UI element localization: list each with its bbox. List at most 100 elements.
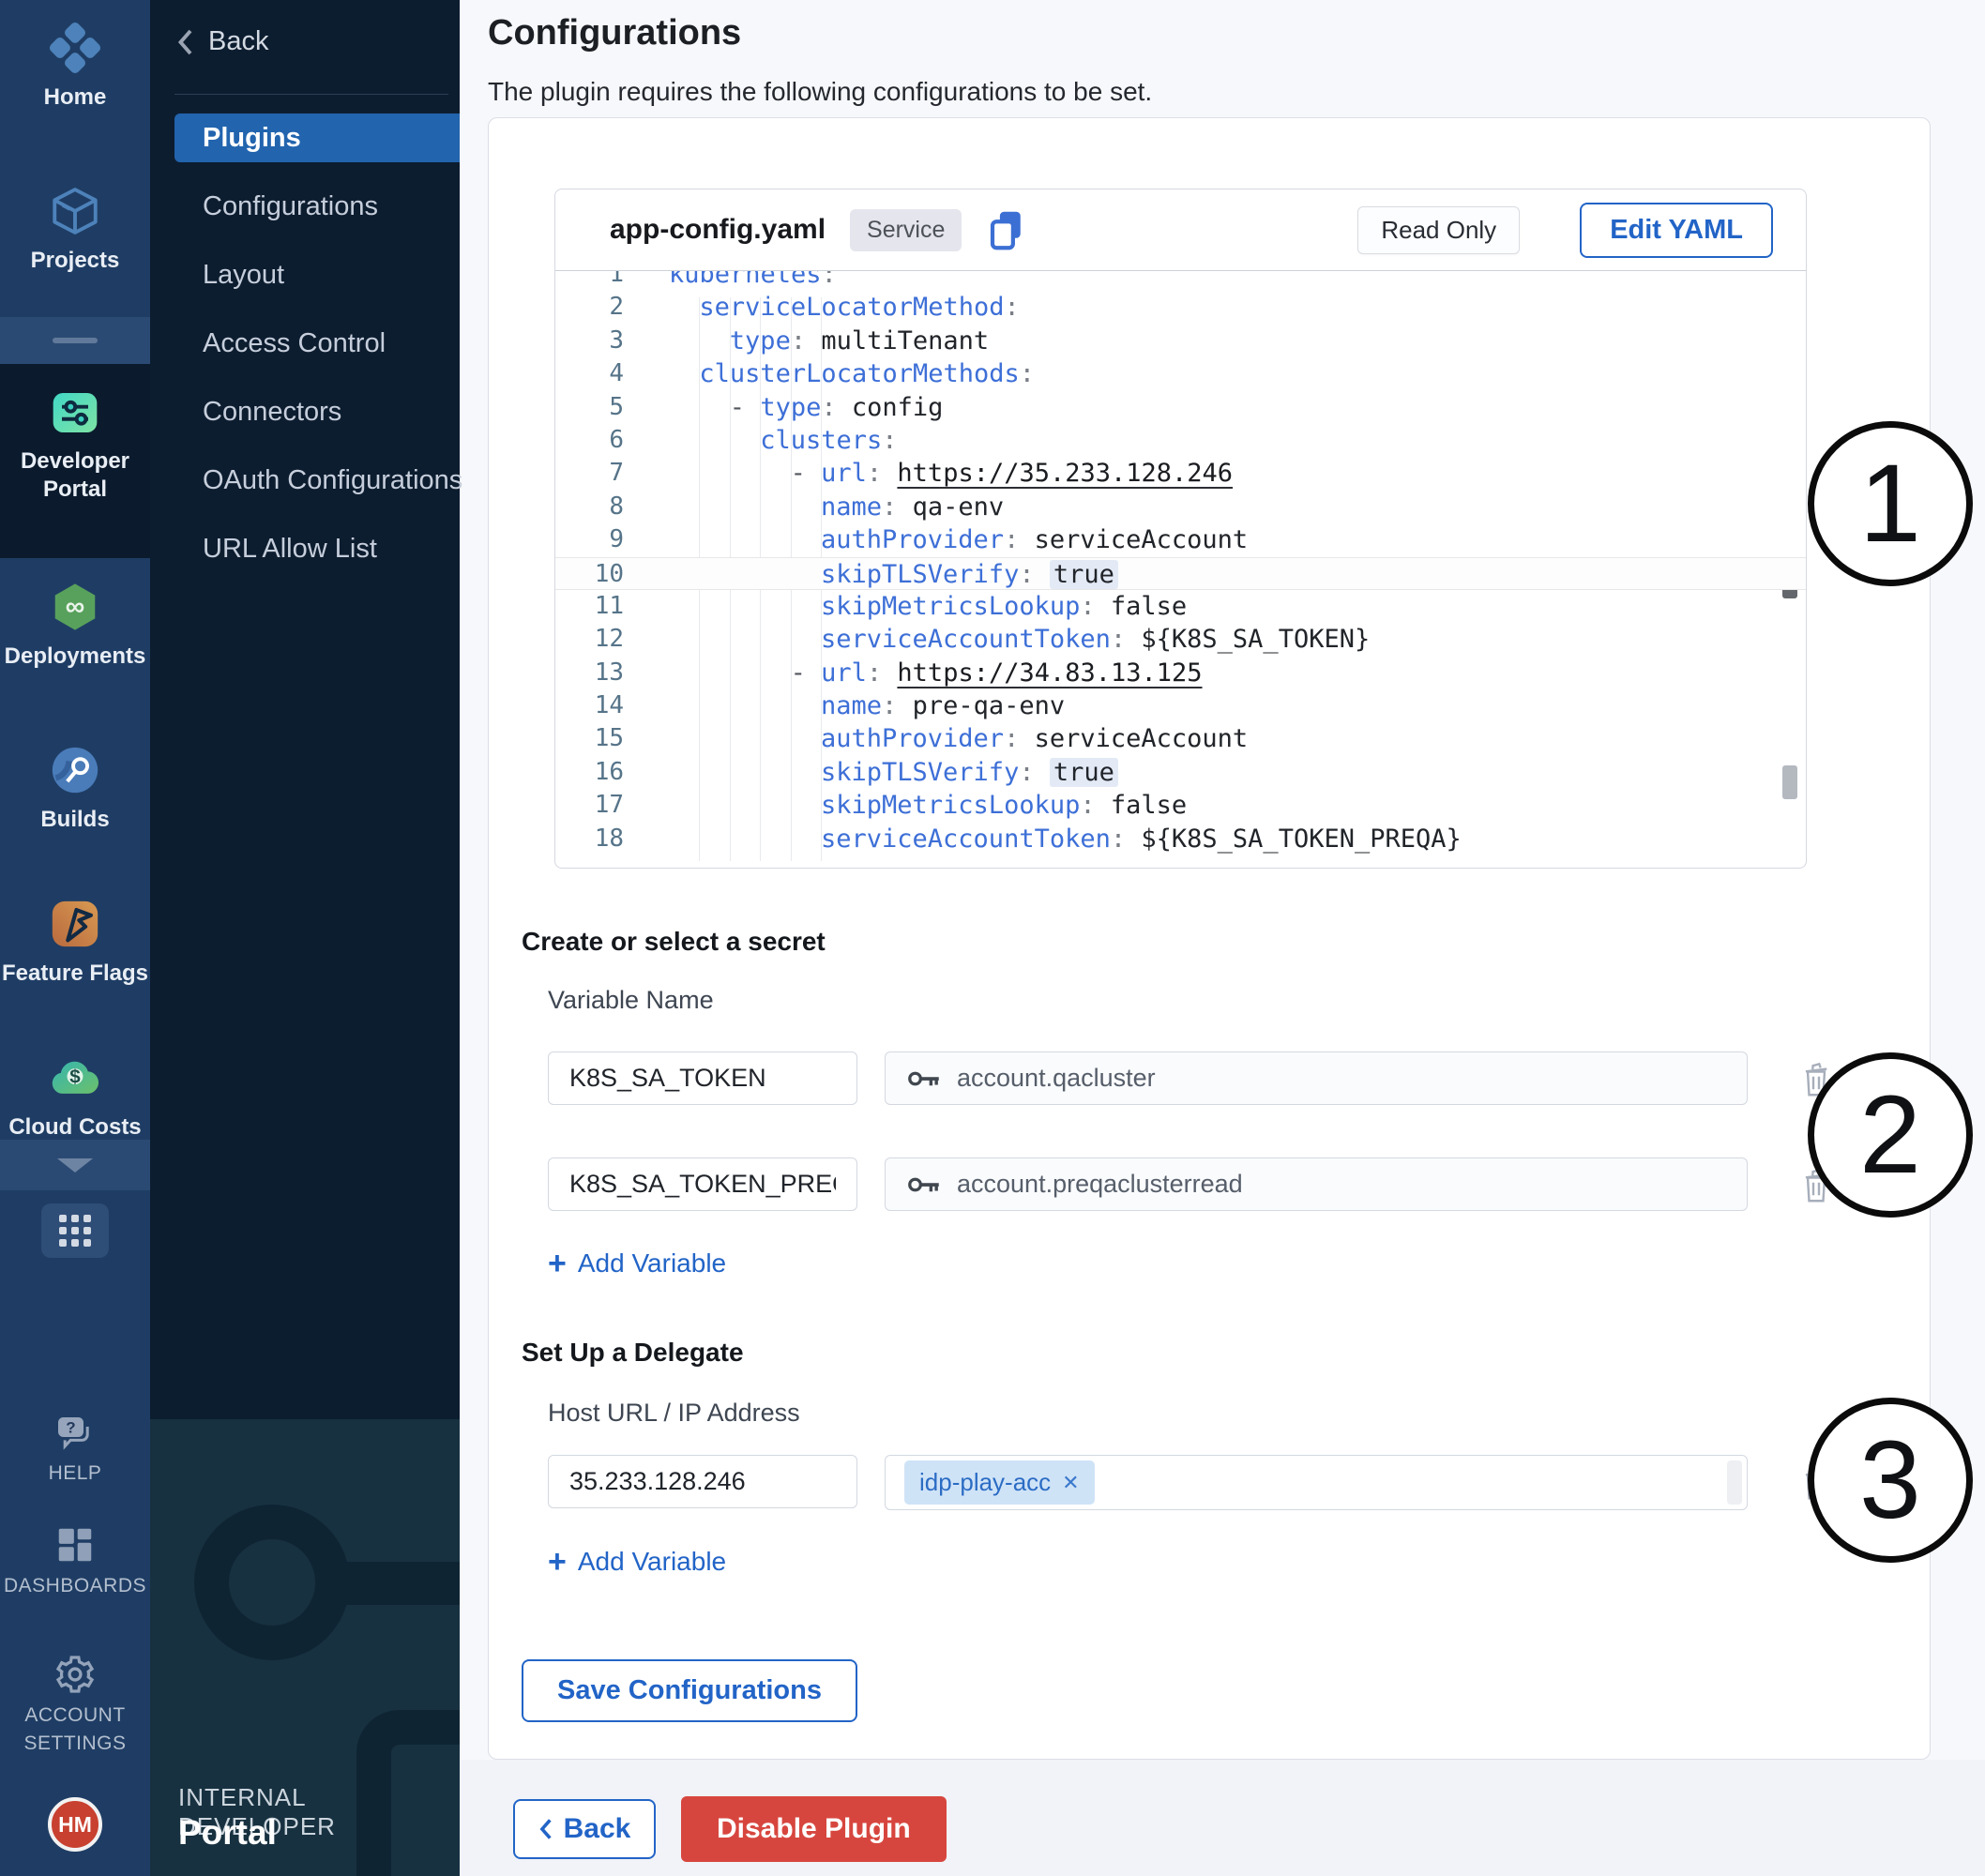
home-icon: [0, 21, 150, 75]
gear-icon: [0, 1653, 150, 1696]
yaml-line: 18serviceAccountToken: ${K8S_SA_TOKEN_PR…: [555, 823, 1806, 855]
yaml-key: skipMetricsLookup: [821, 791, 1080, 820]
yaml-colon: :: [1080, 592, 1095, 621]
chevron-down-icon: [57, 1158, 93, 1172]
yaml-dash: -: [730, 393, 761, 422]
secret-name: account.preqaclusterread: [957, 1170, 1243, 1199]
tag-field-scrollbar[interactable]: [1727, 1460, 1742, 1505]
yaml-key: name: [821, 691, 882, 720]
menu-item-configurations[interactable]: Configurations: [174, 182, 460, 231]
variable-name-label: Variable Name: [548, 986, 714, 1015]
remove-tag-icon[interactable]: ✕: [1062, 1471, 1079, 1495]
menu-back-label: Back: [208, 26, 268, 57]
yaml-key: type: [730, 326, 791, 356]
yaml-key: serviceAccountToken: [821, 625, 1111, 654]
user-avatar[interactable]: HM: [48, 1797, 102, 1852]
yaml-colon: :: [882, 691, 897, 720]
yaml-key: skipMetricsLookup: [821, 592, 1080, 621]
line-number: 15: [555, 722, 624, 755]
menu-item-url-allow-list[interactable]: URL Allow List: [174, 524, 460, 573]
module-grid-button[interactable]: [41, 1203, 109, 1258]
rail-label: ACCOUNT SETTINGS: [9, 1702, 141, 1758]
delegate-heading: Set Up a Delegate: [522, 1338, 744, 1368]
rail-item-feature-flags[interactable]: Feature Flags: [0, 897, 150, 988]
yaml-line: 4clusterLocatorMethods:: [555, 357, 1806, 390]
yaml-colon: :: [821, 393, 836, 422]
back-button[interactable]: Back: [513, 1799, 656, 1859]
rail-collapse[interactable]: [0, 1140, 150, 1190]
copy-icon[interactable]: [986, 208, 1025, 251]
secret-name: account.qacluster: [957, 1064, 1156, 1093]
yaml-key: authProvider: [821, 724, 1004, 753]
rail-label: Feature Flags: [0, 960, 150, 988]
secret-selector[interactable]: account.preqaclusterread: [885, 1157, 1748, 1211]
menu-back-button[interactable]: Back: [176, 26, 268, 57]
yaml-colon: :: [882, 492, 897, 522]
yaml-key: name: [821, 492, 882, 522]
variable-name-input[interactable]: [548, 1157, 857, 1211]
add-variable-label: Add Variable: [578, 1248, 726, 1278]
yaml-value: false: [1111, 592, 1187, 621]
page-title: Configurations: [488, 13, 741, 53]
rail-item-builds[interactable]: Builds: [0, 743, 150, 834]
menu-item-plugins[interactable]: Plugins: [174, 113, 460, 162]
rail-label: HELP: [0, 1460, 150, 1488]
yaml-value: serviceAccount: [1035, 525, 1249, 554]
annotation-circle-2: 2: [1808, 1052, 1973, 1218]
key-icon: [908, 1174, 940, 1195]
yaml-key: authProvider: [821, 525, 1004, 554]
rail-item-deployments[interactable]: ∞ Deployments: [0, 580, 150, 671]
chevron-left-icon: [176, 28, 193, 56]
line-number: 10: [555, 558, 624, 589]
yaml-code-area[interactable]: 1kubernetes:2serviceLocatorMethod:3type:…: [555, 271, 1806, 869]
menu-item-access-control[interactable]: Access Control: [174, 319, 460, 368]
line-code: - url: https://35.233.128.246: [624, 457, 1233, 490]
rail-item-dashboards[interactable]: DASHBOARDS: [0, 1523, 150, 1600]
menu-item-layout[interactable]: Layout: [174, 250, 460, 299]
menu-item-oauth-configurations[interactable]: OAuth Configurations: [174, 456, 460, 505]
brand-title: Portal: [178, 1813, 277, 1853]
yaml-line: 10skipTLSVerify: true: [555, 557, 1806, 590]
yaml-colon: :: [791, 326, 806, 356]
secret-selector[interactable]: account.qacluster: [885, 1051, 1748, 1105]
yaml-key: serviceAccountToken: [821, 825, 1111, 854]
delegate-tags-field[interactable]: idp-play-acc✕: [885, 1455, 1748, 1510]
yaml-colon: :: [1019, 758, 1034, 787]
help-icon: ?: [0, 1413, 150, 1454]
yaml-lines: 1kubernetes:2serviceLocatorMethod:3type:…: [555, 271, 1806, 855]
menu-divider: [174, 94, 448, 95]
rail-label: Deployments: [0, 643, 150, 671]
yaml-line: 7- url: https://35.233.128.246: [555, 457, 1806, 490]
feature-flags-icon: [0, 897, 150, 951]
circuit-pattern-ring: [194, 1505, 350, 1660]
delegate-row: idp-play-acc✕: [489, 1455, 1930, 1508]
edit-yaml-button[interactable]: Edit YAML: [1580, 203, 1773, 258]
line-number: 18: [555, 823, 624, 855]
line-code: clusterLocatorMethods:: [624, 357, 1035, 390]
rail-divider: [0, 317, 150, 364]
yaml-key: type: [760, 393, 821, 422]
rail-item-developer-portal[interactable]: Developer Portal: [0, 386, 150, 504]
rail-item-home[interactable]: Home: [0, 21, 150, 112]
yaml-line: 3type: multiTenant: [555, 325, 1806, 357]
rail-item-help[interactable]: ? HELP: [0, 1413, 150, 1488]
host-url-input[interactable]: [548, 1455, 857, 1508]
add-delegate-variable-button[interactable]: + Add Variable: [548, 1547, 726, 1577]
line-number: 3: [555, 325, 624, 357]
menu-item-connectors[interactable]: Connectors: [174, 387, 460, 436]
yaml-line: 5- type: config: [555, 391, 1806, 424]
rail-item-account-settings[interactable]: ACCOUNT SETTINGS: [0, 1653, 150, 1758]
builds-icon: [0, 743, 150, 797]
save-configurations-button[interactable]: Save Configurations: [522, 1659, 857, 1722]
rail-item-projects[interactable]: Projects: [0, 184, 150, 275]
rail-item-cloud-costs[interactable]: $ Cloud Costs: [0, 1051, 150, 1142]
line-number: 6: [555, 424, 624, 457]
disable-plugin-button[interactable]: Disable Plugin: [681, 1796, 947, 1862]
yaml-key: clusterLocatorMethods: [699, 359, 1019, 388]
line-code: skipMetricsLookup: false: [624, 590, 1187, 623]
variable-name-input[interactable]: [548, 1051, 857, 1105]
yaml-value: https://35.233.128.246: [897, 459, 1233, 488]
add-secret-variable-button[interactable]: + Add Variable: [548, 1248, 726, 1278]
yaml-line: 1kubernetes:: [555, 271, 1806, 291]
module-rail: Home Projects Developer Portal ∞ Deploym…: [0, 0, 150, 1876]
